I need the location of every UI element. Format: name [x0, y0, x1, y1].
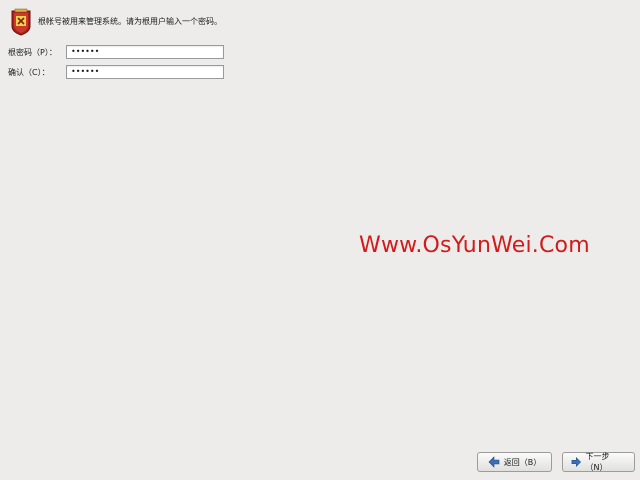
header-message: 根帐号被用来管理系统。请为根用户输入一个密码。: [38, 17, 222, 26]
watermark-text: Www.OsYunWei.Com: [359, 233, 590, 258]
back-button-label: 返回（B）: [503, 457, 542, 467]
confirm-password-field[interactable]: ••••••: [66, 65, 224, 79]
header: 根帐号被用来管理系统。请为根用户输入一个密码。: [10, 8, 222, 36]
password-field[interactable]: ••••••: [66, 45, 224, 59]
next-button-label: 下一步（N）: [585, 452, 610, 472]
next-button[interactable]: 下一步（N）: [562, 452, 635, 472]
password-label: 根密码（P）：: [8, 47, 57, 57]
confirm-password-row: 确认（C）： ••••••: [8, 65, 224, 79]
password-row: 根密码（P）： ••••••: [8, 45, 224, 59]
confirm-password-label: 确认（C）：: [8, 67, 50, 77]
root-password-screen: 根帐号被用来管理系统。请为根用户输入一个密码。 根密码（P）： •••••• 确…: [0, 0, 640, 480]
back-button[interactable]: 返回（B）: [477, 452, 552, 472]
arrow-left-icon: [488, 456, 500, 468]
shield-icon: [11, 8, 31, 36]
arrow-right-icon: [571, 456, 582, 468]
